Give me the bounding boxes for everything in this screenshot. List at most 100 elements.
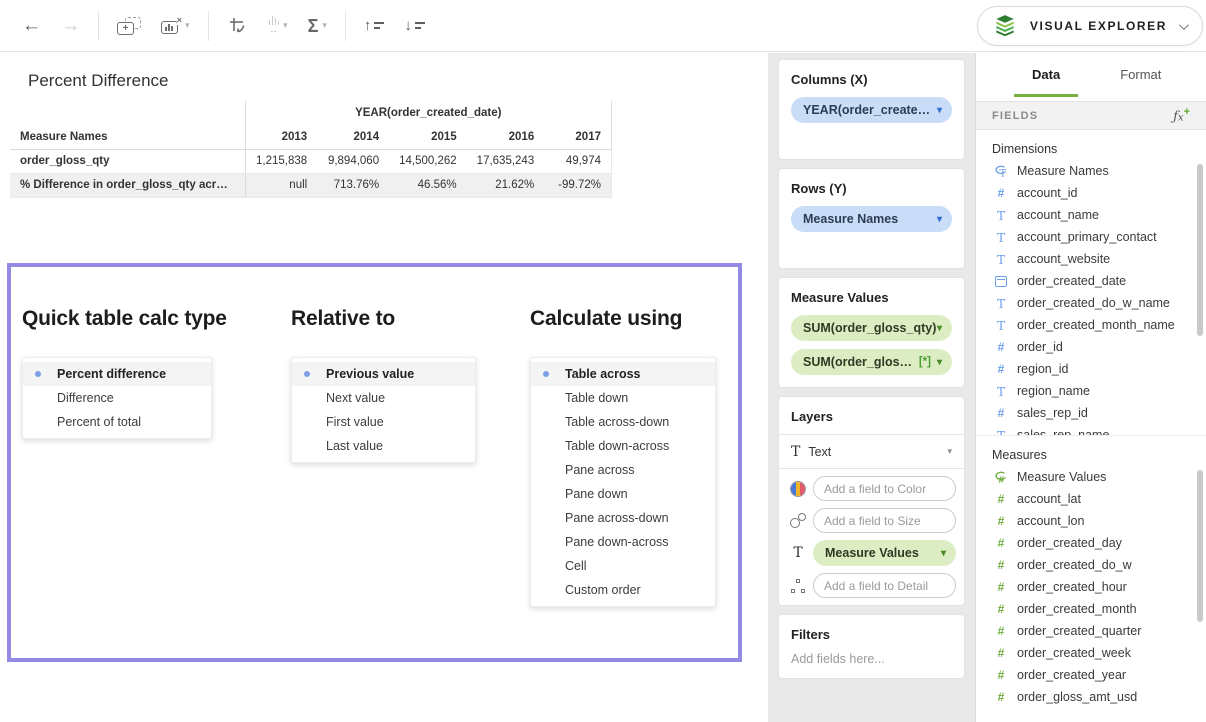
field-label: order_created_day [1017,536,1122,550]
field-label: account_name [1017,208,1099,222]
menu-item-cell[interactable]: Cell [531,554,715,578]
color-drop-field[interactable]: Add a field to Color [813,476,956,501]
calculate-using-column: Calculate using Table across Table down … [530,267,716,607]
field-item[interactable]: Torder_created_month_name [976,314,1206,336]
field-item[interactable]: Tsales_rep_name [976,424,1206,436]
drop-zone[interactable] [791,232,952,256]
field-item[interactable]: Tregion_name [976,380,1206,402]
field-item[interactable]: Taccount_website [976,248,1206,270]
measure-row-label: % Difference in order_gloss_qty across t… [10,173,245,197]
visual-explorer-app: ← → + × ▾ [0,0,1206,722]
field-item[interactable]: #order_created_quarter [976,620,1206,642]
field-pill-year-order-created-date[interactable]: YEAR(order_created_date) ▾ [791,97,952,123]
brand-label: VISUAL EXPLORER [1018,19,1179,33]
field-pill-measure-names[interactable]: Measure Names ▾ [791,206,952,232]
detail-drop-field[interactable]: Add a field to Detail [813,573,956,598]
forward-icon[interactable]: → [61,15,80,37]
menu-item-pane-across-down[interactable]: Pane across-down [531,506,715,530]
back-icon[interactable]: ← [22,15,41,37]
field-pill-sum-order-gloss-qty-calc[interactable]: SUM(order_gloss_qty) [*] ▾ [791,349,952,375]
menu-item-label: Table across-down [565,415,669,429]
field-item[interactable]: order_created_date [976,270,1206,292]
dimensions-list: T Measure Names #account_id Taccount_nam… [976,160,1206,436]
pivot-table: YEAR(order_created_date) Measure Names 2… [10,101,612,198]
duplicate-sheet-button[interactable]: + [117,17,141,35]
menu-item-label: Percent difference [57,367,166,381]
field-item[interactable]: #order_gloss_amt_usd [976,686,1206,706]
menu-item-previous-value[interactable]: Previous value [292,362,475,386]
menu-item-label: Percent of total [57,415,141,429]
field-pill-label: SUM(order_gloss_qty) [803,321,937,335]
add-calculation-button[interactable]: ƒx+ [1173,106,1190,124]
sort-ascending-button[interactable]: ↑ [364,18,385,33]
relative-to-column: Relative to Previous value Next value Fi… [291,267,476,463]
clear-sheet-button[interactable]: × ▾ [161,18,190,34]
calc-type-heading: Quick table calc type [22,307,227,331]
field-label: order_created_do_w [1017,558,1132,572]
color-icon [790,481,806,497]
menu-item-pane-down-across[interactable]: Pane down-across [531,530,715,554]
menu-item-table-across-down[interactable]: Table across-down [531,410,715,434]
layer-type-selector[interactable]: T Text ▾ [779,435,964,469]
field-item[interactable]: #order_created_hour [976,576,1206,598]
menu-item-next-value[interactable]: Next value [292,386,475,410]
field-item-measure-values[interactable]: # Measure Values [976,466,1206,488]
field-item[interactable]: #order_created_month [976,598,1206,620]
chart-type-button[interactable]: ↔ ▾ [269,16,288,36]
field-item[interactable]: #sales_rep_id [976,402,1206,424]
field-item-measure-names[interactable]: T Measure Names [976,160,1206,182]
field-item[interactable]: #account_id [976,182,1206,204]
menu-item-table-across[interactable]: Table across [531,362,715,386]
number-icon: # [992,536,1010,550]
menu-item-table-down[interactable]: Table down [531,386,715,410]
field-item[interactable]: Torder_created_do_w_name [976,292,1206,314]
chevron-down-icon: ▾ [947,446,952,457]
visual-explorer-button[interactable]: VISUAL EXPLORER [977,6,1203,46]
menu-item-pane-down[interactable]: Pane down [531,482,715,506]
swap-axes-button[interactable] [227,15,249,37]
field-pill-label: YEAR(order_created_date) [803,103,937,117]
chart-type-icon: ↔ [269,16,280,36]
field-item[interactable]: #order_created_week [976,642,1206,664]
field-pill-sum-order-gloss-qty[interactable]: SUM(order_gloss_qty) ▾ [791,315,952,341]
field-item[interactable]: Taccount_name [976,204,1206,226]
menu-item-custom-order[interactable]: Custom order [531,578,715,602]
scrollbar-thumb[interactable] [1197,470,1203,622]
field-item[interactable]: Taccount_primary_contact [976,226,1206,248]
menu-item-first-value[interactable]: First value [292,410,475,434]
menu-item-table-down-across[interactable]: Table down-across [531,434,715,458]
field-label: order_created_quarter [1017,624,1141,638]
year-header: 2014 [317,125,389,149]
field-label: order_created_date [1017,274,1126,288]
size-drop-field[interactable]: Add a field to Size [813,508,956,533]
field-label: sales_rep_id [1017,406,1088,420]
menu-item-percent-difference[interactable]: Percent difference [23,362,211,386]
field-item[interactable]: #order_created_year [976,664,1206,686]
field-item[interactable]: #account_lon [976,510,1206,532]
field-item[interactable]: #region_id [976,358,1206,380]
table-cell: 713.76% [317,173,389,197]
menu-item-percent-of-total[interactable]: Percent of total [23,410,211,434]
field-pill-measure-values[interactable]: Measure Values ▾ [813,540,956,566]
color-slot-row: Add a field to Color [787,476,956,501]
tab-data[interactable]: Data [1028,55,1064,94]
menu-item-difference[interactable]: Difference [23,386,211,410]
menu-item-pane-across[interactable]: Pane across [531,458,715,482]
toolbar: ← → + × ▾ [0,0,1206,52]
drop-zone[interactable] [791,123,952,147]
filters-drop-zone[interactable]: Add fields here... [791,652,952,666]
year-header: 2013 [245,125,317,149]
menu-item-last-value[interactable]: Last value [292,434,475,458]
tab-format[interactable]: Format [1116,55,1165,94]
field-item[interactable]: #order_id [976,336,1206,358]
row-dimension-label: Measure Names [10,125,245,149]
field-label: order_created_hour [1017,580,1127,594]
field-item[interactable]: #order_created_do_w [976,554,1206,576]
field-label: account_website [1017,252,1110,266]
aggregation-button[interactable]: Σ ▾ [308,17,327,35]
field-item[interactable]: #account_lat [976,488,1206,510]
sort-descending-button[interactable]: ↓ [404,18,425,33]
scrollbar-thumb[interactable] [1197,164,1203,336]
field-item[interactable]: # order_created_day [976,532,1206,554]
text-icon: T [992,318,1010,333]
